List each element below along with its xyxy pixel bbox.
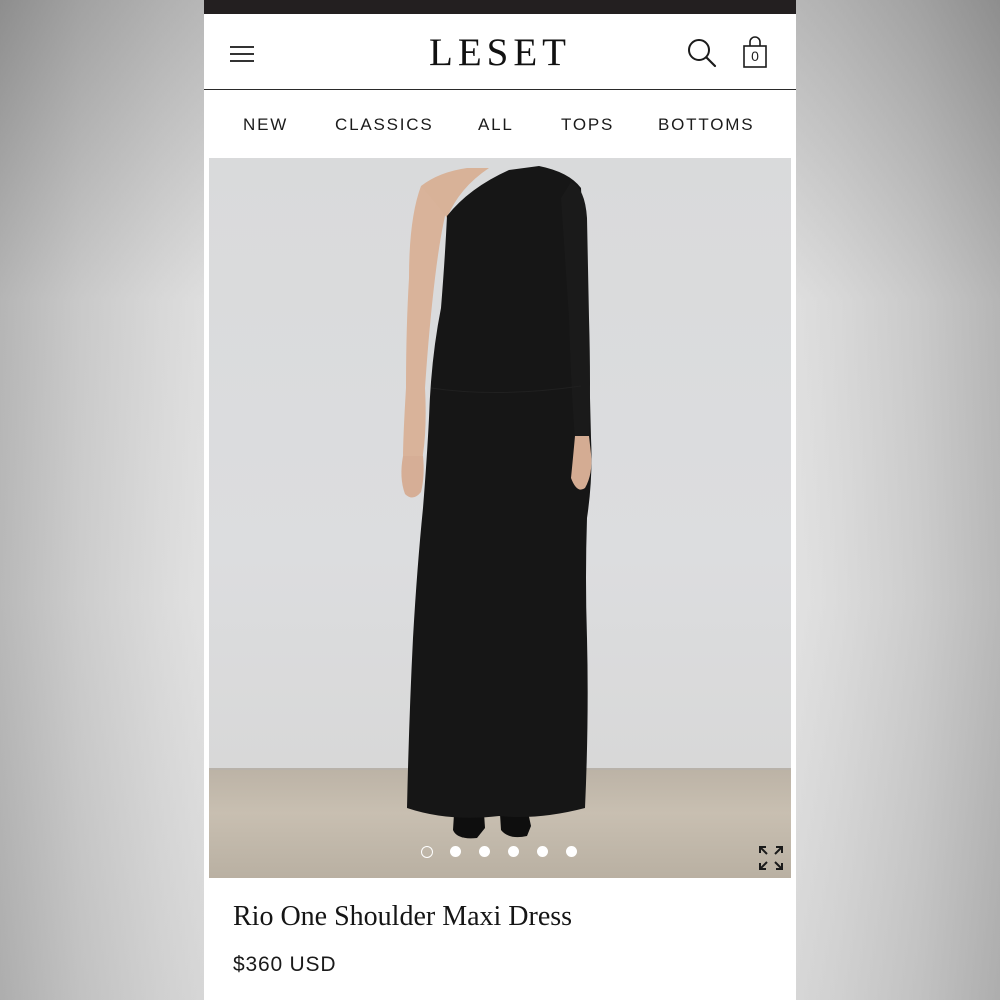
top-bar: [204, 0, 796, 14]
nav-item-bottoms[interactable]: BOTTOMS: [658, 115, 754, 135]
carousel-dot[interactable]: [537, 846, 548, 857]
background-right: [796, 0, 1000, 1000]
phone-screen: LESET 0 NEW CLASSICS ALL TOPS BOTTOMS Ri…: [204, 0, 796, 1000]
carousel-dots: [421, 846, 581, 862]
nav-item-tops[interactable]: TOPS: [561, 115, 614, 135]
shopping-bag-icon[interactable]: 0: [742, 36, 768, 70]
carousel-dot[interactable]: [508, 846, 519, 857]
site-header: LESET 0: [204, 14, 796, 90]
cart-count: 0: [751, 48, 759, 64]
nav-item-classics[interactable]: CLASSICS: [335, 115, 434, 135]
carousel-dot[interactable]: [566, 846, 577, 857]
expand-icon[interactable]: [757, 844, 785, 872]
product-image-carousel[interactable]: [209, 158, 791, 878]
model-photo: [401, 166, 592, 839]
search-icon[interactable]: [686, 36, 718, 70]
carousel-dot[interactable]: [421, 846, 433, 858]
carousel-dot[interactable]: [450, 846, 461, 857]
background-left: [0, 0, 204, 1000]
nav-item-all[interactable]: ALL: [478, 115, 514, 135]
category-nav: NEW CLASSICS ALL TOPS BOTTOMS: [204, 92, 796, 158]
product-title: Rio One Shoulder Maxi Dress: [233, 901, 573, 932]
nav-item-new[interactable]: NEW: [243, 115, 288, 135]
carousel-dot[interactable]: [479, 846, 490, 857]
product-price: $360 USD: [233, 953, 337, 976]
